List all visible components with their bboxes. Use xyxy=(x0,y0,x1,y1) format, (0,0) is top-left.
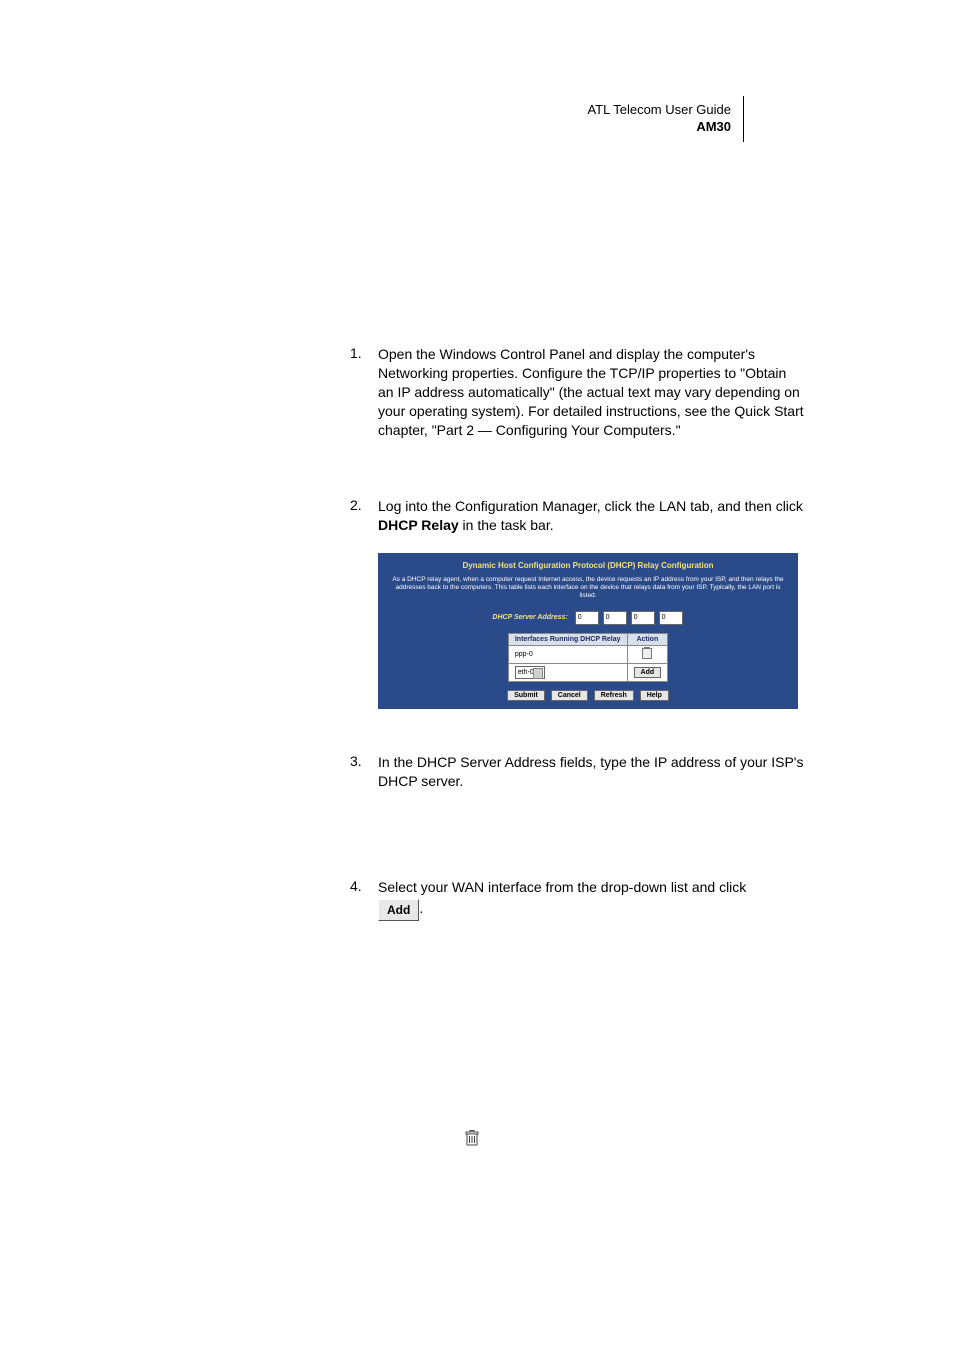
ip-octet-4[interactable]: 0 xyxy=(659,611,683,625)
interface-select-cell: eth-0 xyxy=(508,663,627,681)
step-2-post: in the task bar. xyxy=(459,517,554,533)
step-2: 2. Log into the Configuration Manager, c… xyxy=(350,497,805,535)
table-row: ppp-0 xyxy=(508,645,667,663)
interface-cell: ppp-0 xyxy=(508,645,627,663)
header-line-2: AM30 xyxy=(587,119,731,136)
add-button-image: Add xyxy=(378,899,419,921)
col-action: Action xyxy=(627,633,668,645)
step-1: 1. Open the Windows Control Panel and di… xyxy=(350,345,805,439)
action-cell xyxy=(627,645,668,663)
submit-button[interactable]: Submit xyxy=(507,690,545,701)
trash-icon xyxy=(465,1130,479,1151)
step-number: 4. xyxy=(350,878,378,921)
panel-buttons: Submit Cancel Refresh Help xyxy=(378,690,798,701)
step-4: 4. Select your WAN interface from the dr… xyxy=(350,878,805,921)
step-2-bold: DHCP Relay xyxy=(378,517,459,533)
step-4-text: Select your WAN interface from the drop-… xyxy=(378,879,746,895)
action-cell: Add xyxy=(627,663,668,681)
interface-select[interactable]: eth-0 xyxy=(515,666,545,679)
step-2-pre: Log into the Configuration Manager, clic… xyxy=(378,498,803,514)
step-4-post: . xyxy=(419,900,423,916)
step-number: 1. xyxy=(350,345,378,439)
delete-icon[interactable] xyxy=(642,648,652,659)
ip-octet-3[interactable]: 0 xyxy=(631,611,655,625)
step-text: Log into the Configuration Manager, clic… xyxy=(378,497,805,535)
ip-octet-2[interactable]: 0 xyxy=(603,611,627,625)
page-header: ATL Telecom User Guide AM30 xyxy=(587,96,744,142)
dhcp-server-address-label: DHCP Server Address: xyxy=(492,614,567,621)
panel-title: Dynamic Host Configuration Protocol (DHC… xyxy=(378,553,798,576)
interfaces-table: Interfaces Running DHCP Relay Action ppp… xyxy=(508,633,668,682)
table-row: eth-0 Add xyxy=(508,663,667,681)
refresh-button[interactable]: Refresh xyxy=(594,690,634,701)
step-text: Select your WAN interface from the drop-… xyxy=(378,878,805,921)
step-number: 2. xyxy=(350,497,378,535)
step-3: 3. In the DHCP Server Address fields, ty… xyxy=(350,753,805,791)
cancel-button[interactable]: Cancel xyxy=(551,690,588,701)
ip-octet-1[interactable]: 0 xyxy=(575,611,599,625)
step-text: Open the Windows Control Panel and displ… xyxy=(378,345,805,439)
panel-description: As a DHCP relay agent, when a computer r… xyxy=(378,576,798,606)
step-text: In the DHCP Server Address fields, type … xyxy=(378,753,805,791)
col-interfaces: Interfaces Running DHCP Relay xyxy=(508,633,627,645)
add-button[interactable]: Add xyxy=(634,667,662,678)
dhcp-relay-panel: Dynamic Host Configuration Protocol (DHC… xyxy=(378,553,798,708)
instructions-content: 1. Open the Windows Control Panel and di… xyxy=(350,345,805,929)
help-button[interactable]: Help xyxy=(640,690,669,701)
dhcp-server-address-row: DHCP Server Address: 0 0 0 0 xyxy=(378,607,798,633)
header-line-1: ATL Telecom User Guide xyxy=(587,102,731,119)
step-number: 3. xyxy=(350,753,378,791)
